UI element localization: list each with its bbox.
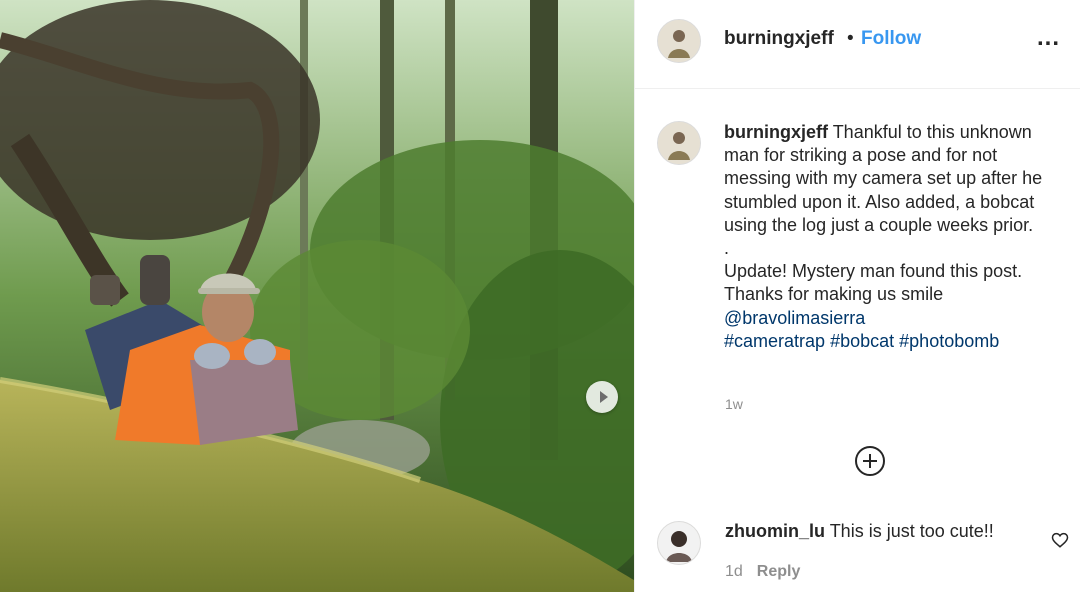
header-username[interactable]: burningxjeff <box>724 28 834 50</box>
caption-update: Update! Mystery man found this post. Tha… <box>724 261 1023 305</box>
comment-row: zhuomin_lu This is just too cute!! <box>725 521 994 542</box>
avatar-image <box>658 122 700 164</box>
hashtag-link[interactable]: #bobcat <box>830 331 894 351</box>
separator-dot: • <box>847 28 854 49</box>
post-timestamp[interactable]: 1w <box>725 396 743 412</box>
hashtag-link[interactable]: #photobomb <box>899 331 999 351</box>
comment-avatar[interactable] <box>657 521 701 565</box>
reply-button[interactable]: Reply <box>757 563 801 580</box>
forest-photo <box>0 0 634 592</box>
chevron-right-icon <box>599 391 608 403</box>
caption-avatar[interactable] <box>657 121 701 165</box>
mention-link[interactable]: @bravolimasierra <box>724 308 865 328</box>
post-side-panel: burningxjeff • Follow ... burningxjeff T… <box>634 0 1080 592</box>
caption-username[interactable]: burningxjeff <box>724 122 828 142</box>
comment-username[interactable]: zhuomin_lu <box>725 521 825 541</box>
avatar-image <box>658 20 700 62</box>
comment-timestamp[interactable]: 1d <box>725 563 743 580</box>
post-header: burningxjeff • Follow ... <box>635 0 1080 89</box>
caption-separator: . <box>724 238 730 259</box>
heart-icon[interactable] <box>1051 531 1069 549</box>
comment-text: This is just too cute!! <box>829 521 994 541</box>
comment-meta: 1d Reply <box>725 563 800 581</box>
hashtag-link[interactable]: #cameratrap <box>724 331 825 351</box>
carousel-next-button[interactable] <box>586 381 618 413</box>
follow-button[interactable]: Follow <box>861 28 921 50</box>
avatar[interactable] <box>657 19 701 63</box>
more-options-button[interactable]: ... <box>1037 24 1060 52</box>
load-more-comments-button[interactable] <box>855 446 885 476</box>
post-photo[interactable] <box>0 0 634 592</box>
post-caption: burningxjeff Thankful to this unknown ma… <box>724 121 1064 353</box>
avatar-image <box>658 522 700 564</box>
